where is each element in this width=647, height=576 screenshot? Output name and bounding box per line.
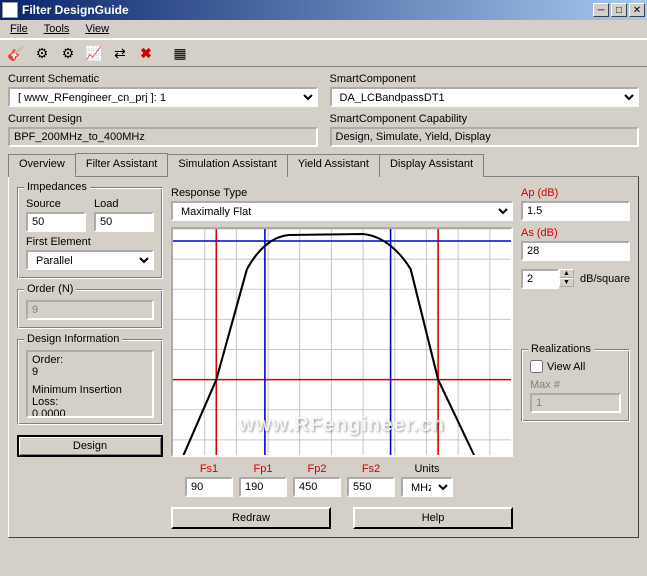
view-all-label: View All — [547, 361, 585, 373]
tool-gear1-icon[interactable]: ⚙ — [30, 42, 54, 64]
smartcomponent-label: SmartComponent — [330, 73, 640, 85]
db-square-input[interactable] — [521, 269, 559, 289]
fs2-label: Fs2 — [347, 463, 395, 475]
app-icon — [2, 2, 18, 18]
max-input — [530, 393, 621, 413]
tool-delete-icon[interactable]: ✖ — [134, 42, 158, 64]
fs1-input[interactable] — [185, 477, 233, 497]
source-input[interactable] — [26, 212, 86, 232]
fp2-input[interactable] — [293, 477, 341, 497]
db-square-label: dB/square — [580, 273, 630, 285]
fs1-label: Fs1 — [185, 463, 233, 475]
impedances-group: Impedances Source Load First Element — [17, 187, 163, 279]
design-info-order-value: 9 — [32, 366, 148, 378]
load-input[interactable] — [94, 212, 154, 232]
load-label: Load — [94, 198, 154, 210]
menubar: File Tools View — [0, 20, 647, 39]
realizations-group-label: Realizations — [528, 343, 594, 355]
spin-down-icon[interactable]: ▼ — [559, 278, 574, 287]
menu-tools[interactable]: Tools — [38, 22, 76, 36]
design-info-order-label: Order: — [32, 354, 148, 366]
tool-grid-icon[interactable]: ▦ — [168, 42, 192, 64]
current-design-label: Current Design — [8, 113, 318, 125]
impedances-group-label: Impedances — [24, 181, 90, 193]
tab-filter-assistant[interactable]: Filter Assistant — [75, 153, 169, 176]
design-info-group: Design Information Order: 9 Minimum Inse… — [17, 339, 163, 425]
source-label: Source — [26, 198, 86, 210]
menu-view[interactable]: View — [79, 22, 115, 36]
tool-tuning-icon[interactable]: 🎸 — [4, 42, 28, 64]
current-design-field — [8, 127, 318, 147]
fp1-label: Fp1 — [239, 463, 287, 475]
design-info-list[interactable]: Order: 9 Minimum Insertion Loss: 0.0000 — [26, 350, 154, 418]
as-label: As (dB) — [521, 227, 630, 239]
maximize-button[interactable]: □ — [611, 3, 627, 17]
view-all-checkbox[interactable] — [530, 360, 543, 373]
first-element-select[interactable]: Parallel — [26, 250, 154, 270]
design-info-mil-label: Minimum Insertion Loss: — [32, 384, 148, 408]
design-info-group-label: Design Information — [24, 333, 122, 345]
window-title: Filter DesignGuide — [22, 3, 591, 17]
sc-capability-field — [330, 127, 640, 147]
ap-input[interactable] — [521, 201, 630, 221]
first-element-label: First Element — [26, 236, 154, 248]
titlebar: Filter DesignGuide ─ □ ✕ — [0, 0, 647, 20]
help-button[interactable]: Help — [353, 507, 513, 529]
view-all-checkbox-row[interactable]: View All — [530, 360, 621, 373]
ap-label: Ap (dB) — [521, 187, 630, 199]
tool-plot-icon[interactable]: 📈 — [82, 42, 106, 64]
order-group-label: Order (N) — [24, 283, 76, 295]
close-button[interactable]: ✕ — [629, 3, 645, 17]
fp1-input[interactable] — [239, 477, 287, 497]
response-plot: www.RFengineer.cn — [171, 227, 513, 457]
tool-sync-icon[interactable]: ⇄ — [108, 42, 132, 64]
order-group: Order (N) — [17, 289, 163, 329]
tool-gear2-icon[interactable]: ⚙ — [56, 42, 80, 64]
current-schematic-select[interactable]: [ www_RFengineer_cn_prj ]: 1 — [8, 87, 318, 107]
response-type-select[interactable]: Maximally Flat — [171, 201, 513, 221]
order-field — [26, 300, 154, 320]
spin-up-icon[interactable]: ▲ — [559, 269, 574, 278]
units-select[interactable]: MHz — [401, 477, 453, 497]
design-button[interactable]: Design — [17, 435, 163, 457]
redraw-button[interactable]: Redraw — [171, 507, 331, 529]
design-info-mil-value: 0.0000 — [32, 408, 148, 418]
sc-capability-label: SmartComponent Capability — [330, 113, 640, 125]
tab-simulation-assistant[interactable]: Simulation Assistant — [167, 154, 287, 177]
units-label: Units — [401, 463, 453, 475]
db-square-spinner[interactable]: ▲ ▼ — [521, 269, 574, 289]
max-label: Max # — [530, 379, 621, 391]
fp2-label: Fp2 — [293, 463, 341, 475]
toolbar: 🎸 ⚙ ⚙ 📈 ⇄ ✖ ▦ — [0, 39, 647, 67]
tab-display-assistant[interactable]: Display Assistant — [379, 154, 484, 177]
tab-yield-assistant[interactable]: Yield Assistant — [287, 154, 380, 177]
response-type-label: Response Type — [171, 187, 513, 199]
fs2-input[interactable] — [347, 477, 395, 497]
menu-file[interactable]: File — [4, 22, 34, 36]
minimize-button[interactable]: ─ — [593, 3, 609, 17]
as-input[interactable] — [521, 241, 630, 261]
smartcomponent-select[interactable]: DA_LCBandpassDT1 — [330, 87, 640, 107]
current-schematic-label: Current Schematic — [8, 73, 318, 85]
realizations-group: Realizations View All Max # — [521, 349, 630, 422]
tab-overview[interactable]: Overview — [8, 154, 76, 177]
tab-row: Overview Filter Assistant Simulation Ass… — [8, 153, 639, 177]
